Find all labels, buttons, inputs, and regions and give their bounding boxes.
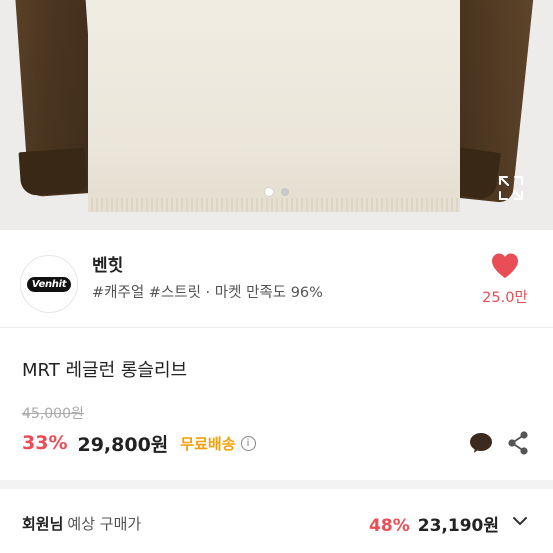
info-icon[interactable]: i <box>240 435 256 451</box>
member-price-label: 회원님 예상 구매가 <box>22 513 141 534</box>
carousel-indicator <box>0 188 553 196</box>
like-count: 25.0만 <box>482 290 528 306</box>
price-row: 33% 29,800원 무료배송 i <box>22 430 256 456</box>
sale-price: 29,800원 <box>77 433 169 456</box>
kakaotalk-icon[interactable] <box>469 432 493 454</box>
carousel-dot-1[interactable] <box>264 188 273 196</box>
expand-icon[interactable] <box>496 173 526 203</box>
shirt-body <box>88 0 460 212</box>
original-price: 45,000원 <box>22 406 84 422</box>
section-divider <box>0 480 553 489</box>
seller-logo[interactable]: Venhit <box>20 255 78 313</box>
member-discount-rate: 48% <box>369 516 410 536</box>
member-label-strong: 회원님 <box>22 515 64 533</box>
member-label-sub: 예상 구매가 <box>67 515 142 533</box>
discount-rate: 33% <box>22 432 68 454</box>
seller-logo-text: Venhit <box>26 276 72 292</box>
member-price-amount: 23,190원 <box>417 516 499 536</box>
member-price-row[interactable]: 회원님 예상 구매가 48% 23,190원 <box>0 489 553 553</box>
product-title: MRT 레글런 롱슬리브 <box>22 360 188 381</box>
free-shipping-label: 무료배송 <box>180 434 236 453</box>
carousel-dot-2[interactable] <box>280 188 289 196</box>
seller-section: Venhit 벤힛 #캐주얼 #스트릿 · 마켓 만족도 96% 25.0만 <box>0 230 553 328</box>
member-price: 48% 23,190원 <box>369 511 499 536</box>
seller-name[interactable]: 벤힛 <box>92 251 123 276</box>
chevron-down-icon[interactable] <box>512 515 528 527</box>
seller-tags: #캐주얼 #스트릿 · 마켓 만족도 96% <box>92 285 323 301</box>
share-icon[interactable] <box>507 430 529 456</box>
heart-icon[interactable] <box>490 252 520 280</box>
product-image[interactable] <box>0 0 553 230</box>
